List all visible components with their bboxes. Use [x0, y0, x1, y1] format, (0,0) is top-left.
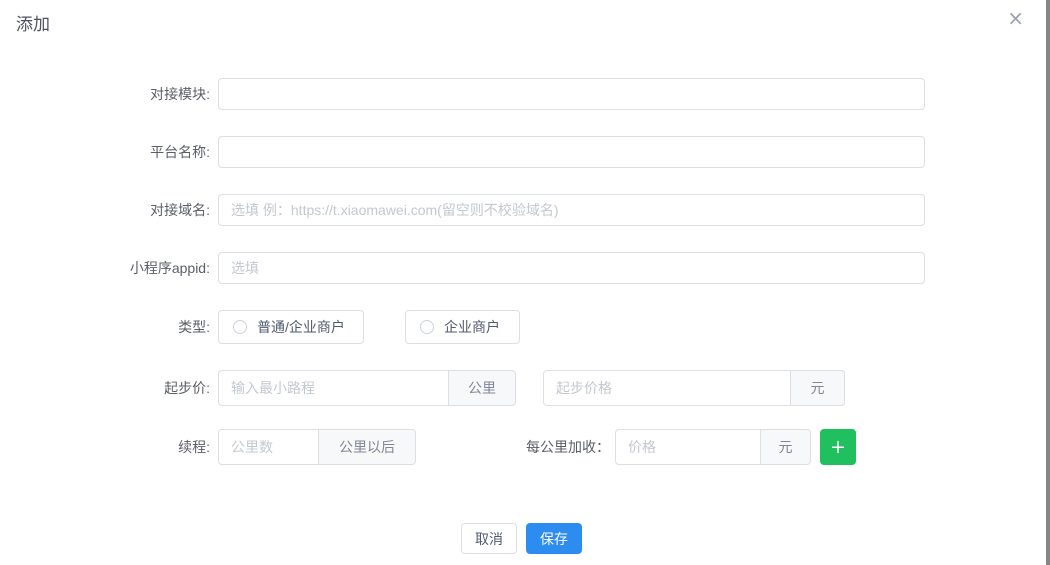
radio-circle-icon[interactable] — [233, 320, 247, 334]
close-icon[interactable]: × — [1007, 8, 1024, 28]
platform-name-input[interactable] — [218, 136, 925, 168]
per-km-price-input[interactable] — [615, 429, 760, 465]
per-km-surcharge-label: 每公里加收： — [416, 437, 610, 457]
appid-input[interactable] — [218, 252, 925, 284]
radio-circle-icon[interactable] — [420, 320, 434, 334]
form-row-module: 对接模块: — [8, 78, 1050, 110]
continuation-label: 续程: — [8, 437, 210, 457]
form-row-base-price: 起步价: 公里 元 — [8, 370, 1050, 406]
radio-option-enterprise-merchant[interactable]: 企业商户 — [405, 310, 520, 344]
add-form: 对接模块: 平台名称: 对接域名: 小程序appid: 类型: 普通/企业商户 … — [8, 78, 1050, 487]
form-row-type: 类型: 普通/企业商户 企业商户 — [8, 310, 1050, 344]
dialog-footer: 取消 保存 — [461, 523, 582, 554]
form-row-platform-name: 平台名称: — [8, 136, 1050, 168]
type-label: 类型: — [8, 317, 210, 337]
radio-option-normal-merchant[interactable]: 普通/企业商户 — [218, 310, 364, 344]
base-price-input[interactable] — [543, 370, 790, 406]
add-tier-button[interactable]: + — [820, 429, 856, 465]
plus-icon: + — [830, 429, 846, 465]
form-row-domain: 对接域名: — [8, 194, 1050, 226]
page-scrollbar[interactable] — [1046, 0, 1050, 565]
save-button[interactable]: 保存 — [526, 523, 582, 554]
form-row-appid: 小程序appid: — [8, 252, 1050, 284]
cancel-button[interactable]: 取消 — [461, 523, 517, 554]
per-km-price-group: 元 — [615, 429, 811, 465]
km-after-suffix: 公里以后 — [318, 429, 416, 465]
yuan-unit-suffix: 元 — [760, 429, 811, 465]
continuation-km-group: 公里以后 — [218, 429, 416, 465]
appid-label: 小程序appid: — [8, 258, 210, 278]
base-price-group: 元 — [543, 370, 845, 406]
module-input[interactable] — [218, 78, 925, 110]
dialog-title: 添加 — [16, 10, 50, 35]
continuation-km-input[interactable] — [218, 429, 318, 465]
form-row-continuation: 续程: 公里以后 每公里加收： 元 + — [8, 429, 1050, 465]
yuan-unit-suffix: 元 — [790, 370, 845, 406]
domain-label: 对接域名: — [8, 200, 210, 220]
platform-name-label: 平台名称: — [8, 142, 210, 162]
km-unit-suffix: 公里 — [448, 370, 516, 406]
module-label: 对接模块: — [8, 84, 210, 104]
radio-option-label: 普通/企业商户 — [257, 317, 345, 337]
min-distance-group: 公里 — [218, 370, 516, 406]
min-distance-input[interactable] — [218, 370, 448, 406]
base-price-label: 起步价: — [8, 378, 210, 398]
radio-option-label: 企业商户 — [444, 317, 500, 337]
domain-input[interactable] — [218, 194, 925, 226]
